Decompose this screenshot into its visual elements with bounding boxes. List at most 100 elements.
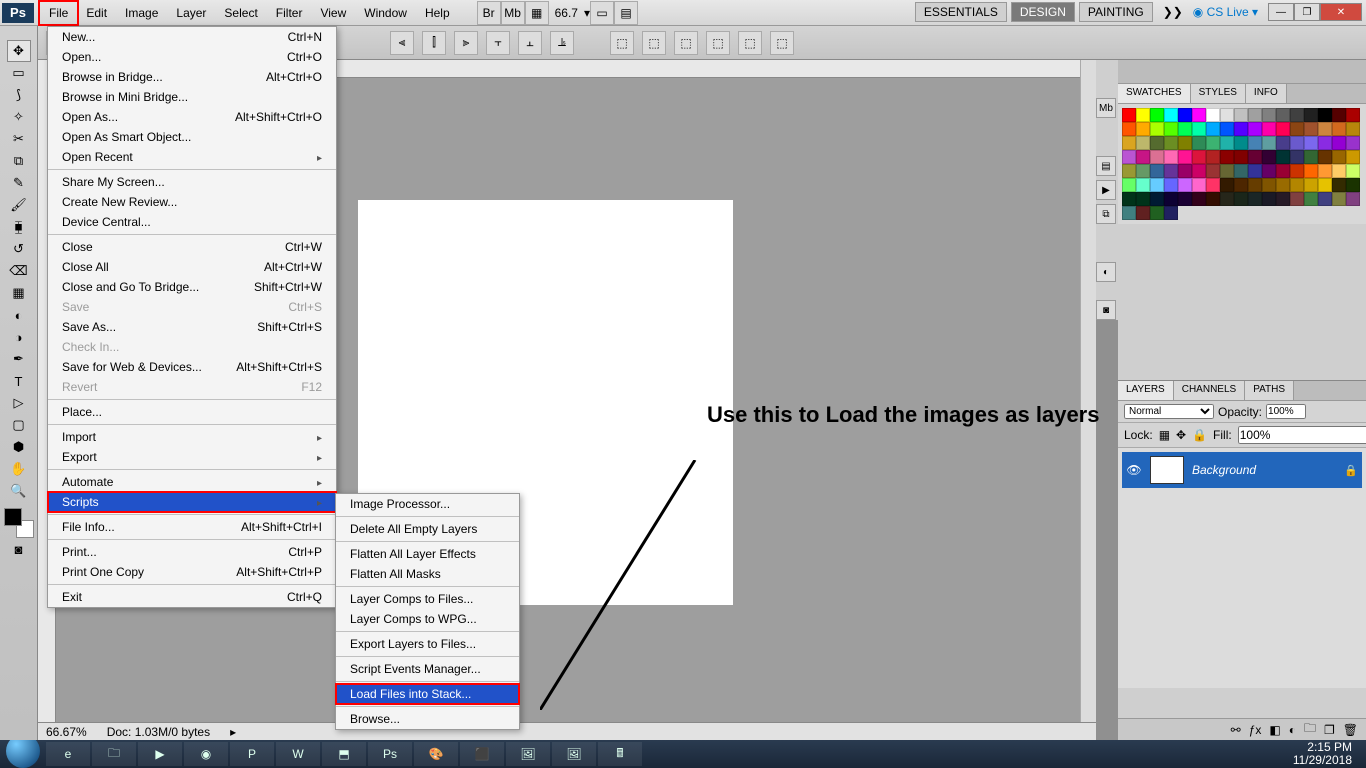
swatch[interactable] (1122, 192, 1136, 206)
swatch[interactable] (1234, 150, 1248, 164)
taskbar-chrome-icon[interactable]: ◉ (184, 742, 228, 766)
swatch[interactable] (1290, 136, 1304, 150)
file-menu-open---[interactable]: Open...Ctrl+O (48, 47, 336, 67)
taskbar-shell-icon[interactable]: ⬒ (322, 742, 366, 766)
swatch[interactable] (1318, 164, 1332, 178)
swatch[interactable] (1164, 178, 1178, 192)
distribute-icon[interactable]: ⬚ (610, 31, 634, 55)
swatch[interactable] (1276, 108, 1290, 122)
history-brush-icon[interactable]: ↺ (7, 238, 31, 260)
scripts-export-layers-to-files---[interactable]: Export Layers to Files... (336, 634, 519, 654)
scripts-load-files-into-stack---[interactable]: Load Files into Stack... (336, 684, 519, 704)
swatch[interactable] (1164, 206, 1178, 220)
file-menu-close[interactable]: CloseCtrl+W (48, 237, 336, 257)
swatch[interactable] (1318, 178, 1332, 192)
swatch[interactable] (1206, 108, 1220, 122)
swatch[interactable] (1346, 122, 1360, 136)
swatch[interactable] (1304, 150, 1318, 164)
swatch[interactable] (1136, 206, 1150, 220)
3d-tool-icon[interactable]: ⬢ (7, 436, 31, 458)
scripts-browse---[interactable]: Browse... (336, 709, 519, 729)
swatch[interactable] (1206, 164, 1220, 178)
file-menu-place---[interactable]: Place... (48, 402, 336, 422)
swatch[interactable] (1192, 150, 1206, 164)
opacity-input[interactable] (1266, 404, 1306, 419)
swatch[interactable] (1150, 192, 1164, 206)
swatch[interactable] (1220, 192, 1234, 206)
swatch[interactable] (1122, 108, 1136, 122)
swatch[interactable] (1290, 164, 1304, 178)
taskbar-paint-icon[interactable]: 🎨 (414, 742, 458, 766)
menu-layer[interactable]: Layer (167, 2, 215, 24)
path-tool-icon[interactable]: ▷ (7, 392, 31, 414)
maximize-button[interactable]: ❐ (1294, 3, 1320, 21)
file-menu-import[interactable]: Import (48, 427, 336, 447)
swatch[interactable] (1136, 164, 1150, 178)
swatch[interactable] (1206, 122, 1220, 136)
brush-tool-icon[interactable]: 🖌 (7, 194, 31, 216)
swatch[interactable] (1178, 150, 1192, 164)
menu-edit[interactable]: Edit (77, 2, 116, 24)
tab-channels[interactable]: CHANNELS (1174, 381, 1245, 400)
fx-icon[interactable]: ƒx (1249, 723, 1262, 737)
visibility-icon[interactable]: 👁 (1126, 463, 1142, 477)
file-menu-close-and-go-to-bridge---[interactable]: Close and Go To Bridge...Shift+Ctrl+W (48, 277, 336, 297)
swatch[interactable] (1150, 206, 1164, 220)
swatch[interactable] (1220, 136, 1234, 150)
scrollbar-vertical[interactable] (1080, 60, 1096, 722)
minibridge-panel-icon[interactable]: Mb (1096, 98, 1116, 118)
swatch[interactable] (1220, 122, 1234, 136)
swatch[interactable] (1290, 108, 1304, 122)
menu-window[interactable]: Window (355, 2, 416, 24)
swatch[interactable] (1290, 150, 1304, 164)
file-menu-new---[interactable]: New...Ctrl+N (48, 27, 336, 47)
menu-image[interactable]: Image (116, 2, 167, 24)
swatch[interactable] (1346, 150, 1360, 164)
swatch[interactable] (1332, 136, 1346, 150)
pen-tool-icon[interactable]: ✒ (7, 348, 31, 370)
swatch[interactable] (1276, 192, 1290, 206)
mask-icon[interactable]: ◧ (1269, 723, 1280, 737)
lock-pixels-icon[interactable]: ▦ (1159, 428, 1170, 442)
file-menu-device-central---[interactable]: Device Central... (48, 212, 336, 232)
swatch[interactable] (1290, 122, 1304, 136)
workspace-design[interactable]: DESIGN (1011, 2, 1075, 22)
file-menu-print---[interactable]: Print...Ctrl+P (48, 542, 336, 562)
distribute-icon[interactable]: ⬚ (706, 31, 730, 55)
swatch[interactable] (1192, 164, 1206, 178)
scripts-flatten-all-masks[interactable]: Flatten All Masks (336, 564, 519, 584)
swatch[interactable] (1304, 178, 1318, 192)
wand-tool-icon[interactable]: ✧ (7, 106, 31, 128)
distribute-icon[interactable]: ⬚ (642, 31, 666, 55)
layer-row-background[interactable]: 👁 Background 🔒 (1122, 452, 1362, 488)
taskbar-ie-icon[interactable]: e (46, 742, 90, 766)
swatch[interactable] (1122, 122, 1136, 136)
swatch[interactable] (1206, 178, 1220, 192)
screen-mode-icon[interactable]: ▭ (590, 1, 614, 25)
tab-swatches[interactable]: SWATCHES (1118, 84, 1191, 103)
distribute-icon[interactable]: ⬚ (770, 31, 794, 55)
swatch[interactable] (1220, 108, 1234, 122)
swatch[interactable] (1150, 178, 1164, 192)
swatch[interactable] (1290, 192, 1304, 206)
align-top-icon[interactable]: ⫟ (486, 31, 510, 55)
swatch[interactable] (1318, 122, 1332, 136)
status-arrow-icon[interactable]: ▸ (230, 725, 236, 739)
eyedropper-tool-icon[interactable]: ⧉ (7, 150, 31, 172)
swatch[interactable] (1276, 178, 1290, 192)
swatch[interactable] (1318, 136, 1332, 150)
swatch[interactable] (1220, 178, 1234, 192)
menu-filter[interactable]: Filter (267, 2, 312, 24)
file-menu-export[interactable]: Export (48, 447, 336, 467)
tab-styles[interactable]: STYLES (1191, 84, 1246, 103)
quickmask-icon[interactable]: ◙ (7, 538, 31, 560)
file-menu-print-one-copy[interactable]: Print One CopyAlt+Shift+Ctrl+P (48, 562, 336, 582)
swatch[interactable] (1206, 150, 1220, 164)
more-workspaces-icon[interactable]: ❯❯ (1157, 5, 1189, 19)
lasso-tool-icon[interactable]: ⟆ (7, 84, 31, 106)
tab-info[interactable]: INFO (1246, 84, 1287, 103)
stamp-tool-icon[interactable]: ⧯ (7, 216, 31, 238)
brush-panel-icon[interactable]: ▤ (1096, 156, 1116, 176)
swatch[interactable] (1192, 108, 1206, 122)
scripts-script-events-manager---[interactable]: Script Events Manager... (336, 659, 519, 679)
